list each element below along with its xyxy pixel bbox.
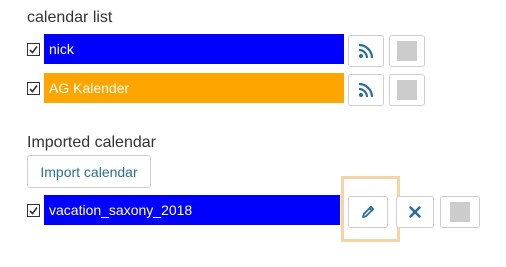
toggle-button-nick[interactable]: [389, 35, 425, 67]
gray-square-icon: [450, 202, 470, 222]
calendar-name-nick: nick: [49, 41, 74, 57]
delete-button[interactable]: [396, 196, 434, 228]
edit-button[interactable]: [348, 196, 388, 228]
rss-icon: [358, 82, 374, 98]
checkmark-icon: [29, 46, 38, 54]
checkmark-icon: [29, 85, 38, 93]
calendar-list-heading: calendar list: [27, 9, 113, 26]
gray-square-icon: [397, 80, 417, 100]
calendar-checkbox-ag-kalender[interactable]: [27, 82, 40, 95]
close-icon: [409, 206, 421, 218]
gray-square-icon: [397, 41, 417, 61]
imported-calendar-heading: Imported calendar: [27, 134, 156, 151]
pencil-icon: [362, 205, 375, 218]
calendar-name-ag-kalender: AG Kalender: [49, 80, 130, 96]
import-calendar-button[interactable]: Import calendar: [27, 155, 151, 188]
calendar-bar-vacation-saxony-2018[interactable]: vacation_saxony_2018: [44, 195, 340, 225]
calendar-name-vacation-saxony-2018: vacation_saxony_2018: [49, 202, 193, 218]
rss-icon: [358, 43, 374, 59]
calendar-bar-ag-kalender[interactable]: AG Kalender: [44, 73, 344, 103]
calendar-bar-nick[interactable]: nick: [44, 34, 344, 64]
toggle-button-vacation-saxony-2018[interactable]: [440, 196, 480, 228]
calendar-checkbox-vacation-saxony-2018[interactable]: [27, 204, 40, 217]
rss-button-nick[interactable]: [348, 35, 384, 67]
rss-button-ag-kalender[interactable]: [348, 74, 384, 106]
toggle-button-ag-kalender[interactable]: [389, 74, 425, 106]
checkmark-icon: [29, 207, 38, 215]
calendar-checkbox-nick[interactable]: [27, 43, 40, 56]
